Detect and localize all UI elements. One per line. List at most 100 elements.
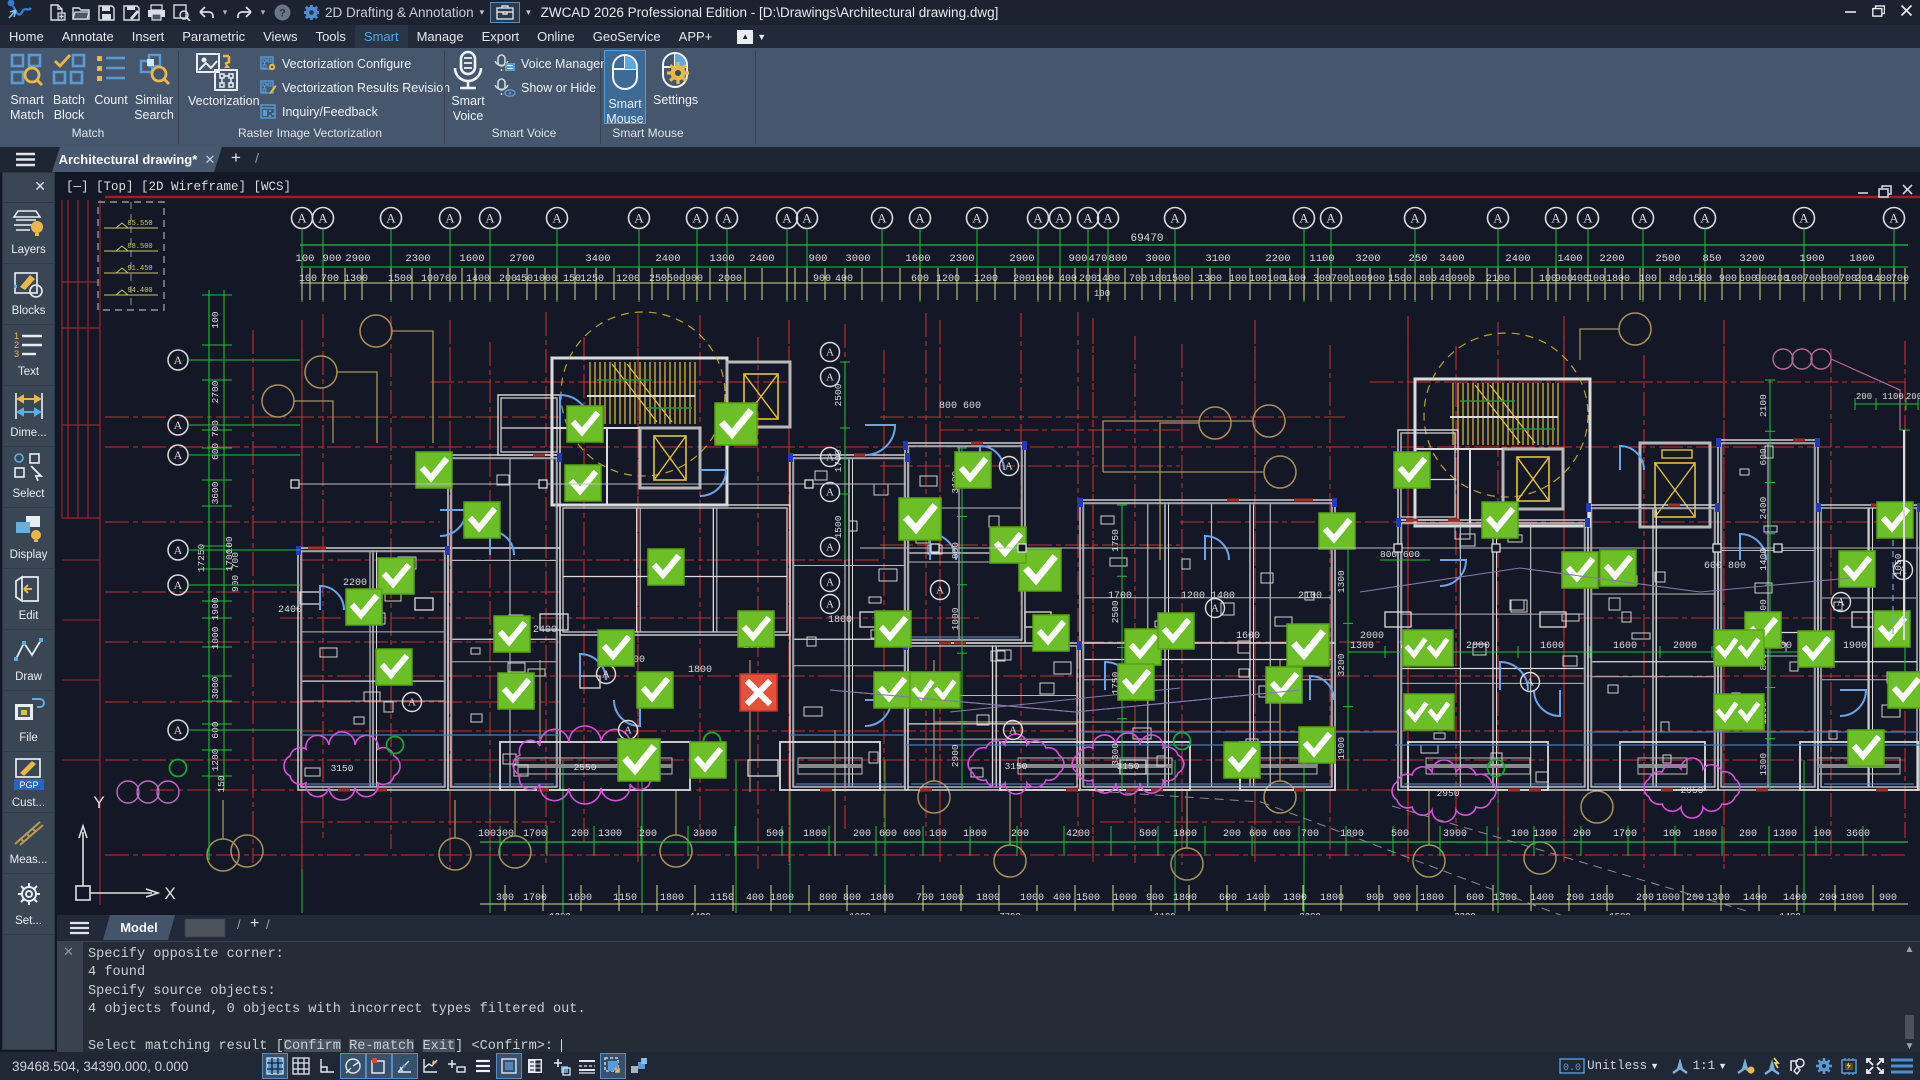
svg-text:1700: 1700 — [833, 449, 844, 472]
svg-text:1600: 1600 — [1613, 641, 1637, 652]
svg-text:[—] [Top] [2D Wireframe] [WCS]: [—] [Top] [2D Wireframe] [WCS] — [66, 180, 291, 194]
svg-text:1800: 1800 — [1693, 829, 1717, 840]
svg-text:1900: 1900 — [1336, 737, 1347, 760]
svg-text:A: A — [408, 697, 416, 709]
svg-text:400: 400 — [1439, 274, 1457, 285]
svg-text:3200: 3200 — [1739, 253, 1764, 265]
svg-text:A: A — [1889, 211, 1899, 226]
svg-text:A: A — [1211, 603, 1219, 615]
svg-text:2000: 2000 — [718, 274, 742, 285]
svg-text:1150: 1150 — [710, 893, 734, 904]
svg-text:200: 200 — [1011, 829, 1029, 840]
svg-text:1500: 1500 — [1388, 274, 1412, 285]
svg-text:1800: 1800 — [870, 893, 894, 904]
svg-text:A: A — [1799, 211, 1809, 226]
svg-text:2000: 2000 — [1466, 641, 1490, 652]
svg-text:1200 1400: 1200 1400 — [1181, 591, 1235, 602]
svg-text:A: A — [877, 211, 887, 226]
svg-text:900: 900 — [1457, 274, 1475, 285]
svg-text:1100: 1100 — [1882, 392, 1904, 402]
svg-text:A: A — [972, 211, 982, 226]
svg-text:3900: 3900 — [693, 829, 717, 840]
svg-text:250: 250 — [1409, 253, 1428, 265]
svg-text:1800: 1800 — [1340, 829, 1364, 840]
svg-text:1500: 1500 — [1688, 274, 1712, 285]
svg-text:900: 900 — [1146, 893, 1164, 904]
svg-text:1000: 1000 — [1020, 893, 1044, 904]
svg-text:1100: 1100 — [1309, 253, 1334, 265]
svg-text:1600: 1600 — [1540, 641, 1564, 652]
svg-text:1300: 1300 — [1198, 274, 1222, 285]
svg-text:3100: 3100 — [1205, 253, 1230, 265]
svg-text:2200: 2200 — [1599, 253, 1624, 265]
svg-text:700: 700 — [1301, 829, 1319, 840]
svg-text:1500: 1500 — [1076, 893, 1100, 904]
svg-text:900: 900 — [1069, 253, 1088, 265]
svg-text:PGP: PGP — [19, 780, 38, 790]
svg-text:3000: 3000 — [210, 676, 221, 699]
svg-text:1800: 1800 — [1173, 829, 1197, 840]
svg-text:2300: 2300 — [949, 253, 974, 265]
svg-text:200: 200 — [1013, 274, 1031, 285]
svg-text:2100: 2100 — [1486, 274, 1510, 285]
svg-text:800: 800 — [819, 893, 837, 904]
svg-text:A: A — [445, 211, 455, 226]
svg-text:3300: 3300 — [1110, 743, 1121, 766]
svg-text:2400: 2400 — [278, 605, 302, 616]
svg-text:17250: 17250 — [196, 543, 207, 572]
svg-text:450: 450 — [515, 274, 533, 285]
svg-text:100: 100 — [1229, 274, 1247, 285]
svg-text:2900: 2900 — [950, 744, 961, 767]
svg-text:1400: 1400 — [1557, 253, 1582, 265]
svg-text:1800: 1800 — [660, 893, 684, 904]
svg-text:1300: 1300 — [1706, 893, 1730, 904]
svg-text:1400: 1400 — [1096, 274, 1120, 285]
svg-text:1800: 1800 — [1840, 893, 1864, 904]
svg-text:3900: 3900 — [1443, 829, 1467, 840]
svg-text:900: 900 — [1393, 893, 1411, 904]
svg-text:2300: 2300 — [405, 253, 430, 265]
svg-text:2400: 2400 — [655, 253, 680, 265]
svg-text:2950: 2950 — [1681, 785, 1704, 796]
svg-text:A: A — [485, 211, 495, 226]
svg-text:A: A — [174, 418, 183, 432]
svg-text:1800: 1800 — [1420, 893, 1444, 904]
svg-text:1800: 1800 — [828, 615, 852, 626]
svg-text:1300: 1300 — [1533, 829, 1557, 840]
svg-text:800: 800 — [1821, 274, 1839, 285]
svg-text:500: 500 — [766, 829, 784, 840]
svg-text:600 800: 600 800 — [1704, 561, 1746, 572]
svg-text:2550: 2550 — [574, 762, 597, 773]
svg-text:200: 200 — [571, 829, 589, 840]
svg-text:1700: 1700 — [523, 829, 547, 840]
svg-text:1000: 1000 — [950, 607, 961, 630]
svg-text:1800: 1800 — [1606, 274, 1630, 285]
svg-text:1000: 1000 — [533, 274, 557, 285]
svg-text:1900: 1900 — [210, 597, 221, 620]
svg-text:1200: 1200 — [616, 274, 640, 285]
svg-text:1800: 1800 — [1590, 893, 1614, 904]
svg-text:A: A — [1299, 211, 1309, 226]
svg-text:150: 150 — [563, 274, 581, 285]
svg-text:A: A — [1170, 211, 1180, 226]
svg-text:A: A — [1033, 211, 1043, 226]
svg-text:1200: 1200 — [210, 748, 221, 771]
svg-text:2700: 2700 — [509, 253, 534, 265]
svg-text:300: 300 — [496, 893, 514, 904]
svg-text:200: 200 — [1856, 392, 1872, 402]
svg-text:100: 100 — [1511, 829, 1529, 840]
svg-text:1400: 1400 — [1758, 548, 1769, 571]
svg-text:1500: 1500 — [1166, 274, 1190, 285]
svg-text:100: 100 — [929, 829, 947, 840]
svg-text:A: A — [936, 585, 944, 597]
svg-text:2500: 2500 — [1110, 600, 1121, 623]
svg-text:3400: 3400 — [585, 253, 610, 265]
svg-text:1400: 1400 — [1868, 274, 1892, 285]
svg-text:1300: 1300 — [1283, 893, 1307, 904]
svg-text:A: A — [1700, 211, 1710, 226]
svg-text:500: 500 — [1139, 829, 1157, 840]
svg-text:A: A — [722, 211, 732, 226]
svg-text:A: A — [634, 211, 644, 226]
svg-text:1500: 1500 — [388, 274, 412, 285]
svg-text:300: 300 — [1313, 274, 1331, 285]
